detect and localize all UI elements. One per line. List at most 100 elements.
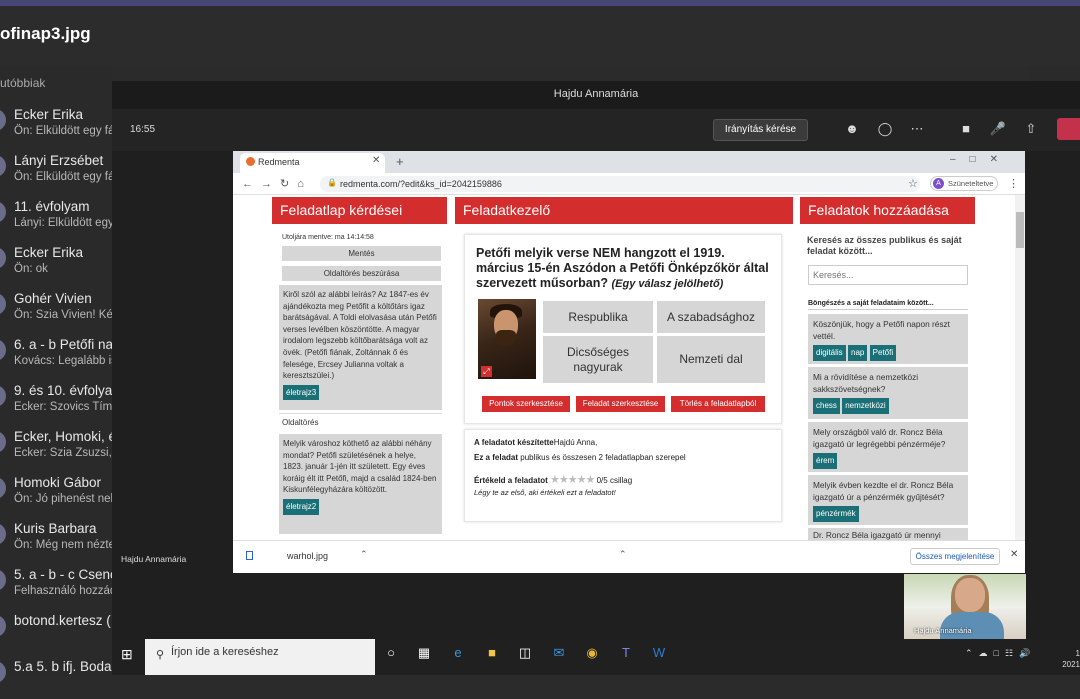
chat-preview: Lányi: Elküldött egy (14, 217, 112, 229)
answer-option[interactable]: Nemzeti dal (657, 336, 765, 383)
chat-list-item[interactable]: 11. évfolyam Lányi: Elküldött egy (0, 193, 112, 239)
chevron-up-icon[interactable]: ⌃ (619, 549, 627, 560)
chat-list-item[interactable]: 9. és 10. évfolyar Ecker: Szovics Tíme (0, 377, 112, 423)
answer-option[interactable]: A szabadsághoz (657, 301, 765, 333)
store-icon[interactable]: ◫ (514, 642, 536, 664)
chat-list: utóbbiak Ecker Erika Ön: Elküldött egy fá… (0, 66, 112, 683)
system-tray-icons[interactable]: ⌃☁□☷🔊 (965, 648, 1036, 659)
windows-start-icon[interactable]: ⊞ (121, 646, 133, 663)
author-line: A feladatot készítetteHajdú Anna, (474, 438, 597, 447)
task-tag[interactable]: Petőfi (869, 345, 897, 361)
camera-off-icon[interactable]: ■ (957, 121, 975, 137)
avatar (0, 523, 6, 545)
chat-list-item[interactable]: Kuris Barbara Ön: Még nem nézte (0, 515, 112, 561)
more-icon[interactable]: ⋯ (908, 121, 926, 137)
task-tag[interactable]: chess (813, 398, 840, 414)
request-control-button[interactable]: Irányítás kérése (713, 119, 808, 141)
chat-preview: Ön: Szia Vivien! Két (14, 309, 112, 321)
chevron-up-icon[interactable]: ⌃ (360, 549, 368, 560)
chat-list-item[interactable]: Ecker, Homoki, é Ecker: Szia Zsuzsi, k (0, 423, 112, 469)
share-icon[interactable]: ⇧ (1022, 121, 1040, 137)
usage-text: publikus és összesen 2 feladatlapban sze… (520, 453, 686, 462)
save-button[interactable]: Mentés (282, 246, 441, 261)
chat-name: Ecker Erika (14, 245, 84, 260)
task-text: Dr. Roncz Béla igazgató úr mennyi (813, 530, 941, 540)
scrollbar-thumb[interactable] (1016, 212, 1024, 248)
hangup-button[interactable] (1057, 118, 1080, 140)
edge-icon[interactable]: e (447, 642, 469, 664)
question-card[interactable]: Melyik városhoz köthető az alábbi néhány… (279, 434, 442, 534)
teams-header (0, 6, 1080, 66)
browse-heading: Böngészés a saját feladataim között... (808, 300, 934, 307)
task-tag[interactable]: pénzérmék (813, 506, 859, 522)
browser-menu-icon[interactable]: ⋮ (1008, 177, 1019, 190)
chat-list-item[interactable]: 5. a - b - c Csenc Felhasználó hozzád (0, 561, 112, 607)
cortana-icon[interactable]: ○ (380, 642, 402, 664)
chat-icon[interactable]: ◯ (876, 121, 894, 137)
edit-points-button[interactable]: Pontok szerkesztése (482, 396, 570, 412)
delete-from-sheet-button[interactable]: Törlés a feladatlapból (671, 396, 765, 412)
chat-list-header: utóbbiak (0, 76, 46, 90)
nav-buttons-icon[interactable]: ←→↻⌂ (242, 177, 312, 190)
question-tag[interactable]: életrajz3 (283, 384, 320, 401)
download-bar (233, 540, 1025, 573)
chat-list-item[interactable]: Ecker Erika Ön: Elküldött egy fá (0, 101, 112, 147)
task-list-item[interactable]: Dr. Roncz Béla igazgató úr mennyi (808, 528, 968, 540)
answer-option[interactable]: Dicsőséges nagyurak (543, 336, 653, 383)
avatar (0, 431, 6, 453)
chat-list-item[interactable]: botond.kertesz ( (0, 607, 112, 653)
rating-line: Értékeld a feladatot ★★★★★ 0/5 csillag (474, 473, 632, 486)
rate-label: Értékeld a feladatot (474, 476, 548, 485)
file-explorer-icon[interactable]: ■ (481, 642, 503, 664)
show-all-downloads-button[interactable]: Összes megjelenítése (910, 548, 1000, 565)
task-tag[interactable]: érem (813, 453, 838, 469)
mail-icon[interactable]: ✉ (548, 642, 570, 664)
chat-list-item[interactable]: 5.a 5. b ifj. Bodar János. társasjáték (0, 653, 112, 699)
task-tag[interactable]: digitális (813, 345, 846, 361)
presenter-label: Hajdu Annamária (121, 554, 187, 564)
profile-avatar: A (933, 178, 944, 189)
divider (808, 309, 968, 310)
task-tag[interactable]: nap (848, 345, 868, 361)
insert-pagebreak-button[interactable]: Oldaltörés beszúrása (282, 266, 441, 281)
chat-list-item[interactable]: Gohér Vivien Ön: Szia Vivien! Két (0, 285, 112, 331)
microphone-icon[interactable]: 🎤 (989, 121, 1007, 137)
question-tag[interactable]: életrajz2 (283, 498, 320, 515)
chat-list-item[interactable]: Lányi Erzsébet Ön: Elküldött egy fá (0, 147, 112, 193)
answer-option[interactable]: Respublika (543, 301, 653, 333)
task-view-icon[interactable]: ▦ (413, 642, 435, 664)
chat-list-item[interactable]: Homoki Gábor Ön: Jó pihenést nel (0, 469, 112, 515)
search-input[interactable] (808, 265, 968, 285)
search-heading: Keresés az összes publikus és saját fela… (807, 235, 962, 256)
close-icon[interactable]: ✕ (1010, 549, 1018, 560)
chat-preview: Ecker: Szovics Tíme (14, 401, 112, 413)
expand-icon[interactable]: ⤢ (481, 366, 492, 377)
word-icon[interactable]: W (648, 642, 670, 664)
task-tag[interactable]: nemzetközi (842, 398, 889, 414)
questions-panel: Utoljára mentve: ma 14:14:58 Mentés Olda… (272, 224, 447, 540)
chat-list-item[interactable]: Ecker Erika Ön: ok (0, 239, 112, 285)
window-controls[interactable]: –□✕ (950, 154, 1012, 165)
star-rating-icon[interactable]: ★★★★★ (550, 474, 595, 486)
chat-name: botond.kertesz ( (14, 613, 111, 628)
tab-close-icon[interactable]: ✕ (372, 155, 380, 166)
task-list-item[interactable]: Melyik évben kezdte el dr. Roncz Béla ig… (808, 475, 968, 525)
bookmark-star-icon[interactable]: ☆ (908, 177, 918, 190)
question-card[interactable]: Kiről szól az alábbi leírás? Az 1847-es … (279, 285, 442, 410)
task-list-item[interactable]: Mi a rövidítése a nemzetközi sakkszövets… (808, 367, 968, 419)
chat-name: 5. a - b - c Csenc (14, 567, 112, 582)
avatar (0, 477, 6, 499)
chat-preview: Ön: ok (14, 263, 48, 275)
chat-list-item[interactable]: 6. a - b Petőfi na Kovács: Legalább is (0, 331, 112, 377)
download-file[interactable]: warhol.jpg (287, 551, 328, 561)
task-list-item[interactable]: Köszönjük, hogy a Petőfi napon részt vet… (808, 314, 968, 364)
panel-title-add: Feladatok hozzáadása (800, 197, 975, 224)
task-list-item[interactable]: Mely országból való dr. Roncz Béla igazg… (808, 422, 968, 472)
participants-icon[interactable]: ☻ (843, 121, 861, 137)
edit-task-button[interactable]: Feladat szerkesztése (576, 396, 665, 412)
usage-line: Ez a feladat publikus és összesen 2 fela… (474, 453, 686, 462)
teams-icon[interactable]: T (615, 642, 637, 664)
panel-title-questions: Feladatlap kérdései (272, 197, 447, 224)
new-tab-icon[interactable]: + (396, 154, 404, 169)
chrome-icon[interactable]: ◉ (581, 642, 603, 664)
